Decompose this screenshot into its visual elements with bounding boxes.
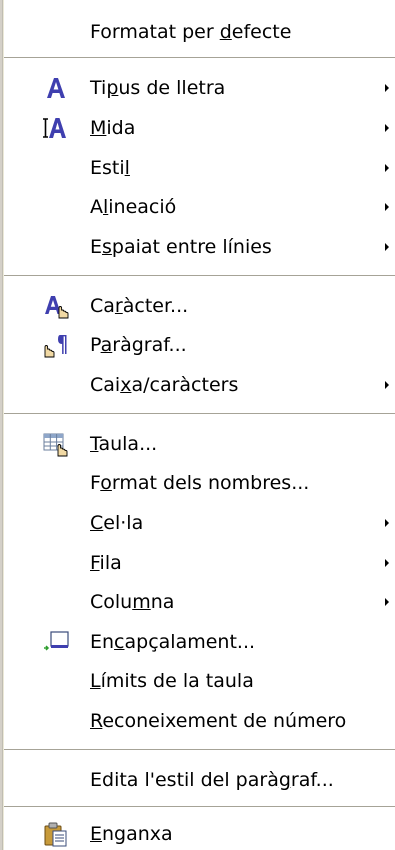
- submenu-arrow-icon: [385, 559, 389, 567]
- menu-item-estil[interactable]: Estil: [4, 150, 395, 186]
- submenu-arrow-icon: [385, 243, 389, 251]
- menu-item-label: Columna: [90, 591, 175, 613]
- menu-item-label: Tipus de lletra: [90, 77, 226, 99]
- window-edge: [0, 0, 3, 850]
- menu-item-label: Encapçalament...: [90, 631, 256, 653]
- menu-item-label: Límits de la taula: [90, 670, 254, 692]
- menu-item-caracter[interactable]: Caràcter...: [4, 288, 395, 324]
- menu-item-espaiat-entre-linies[interactable]: Espaiat entre línies: [4, 229, 395, 265]
- menu-separator: [4, 749, 395, 751]
- menu-item-limits-de-la-taula[interactable]: Límits de la taula: [4, 663, 395, 699]
- menu-separator: [4, 275, 395, 277]
- menu-item-tipus-de-lletra[interactable]: Tipus de lletra: [4, 70, 395, 106]
- menu-item-label: Espaiat entre línies: [90, 236, 272, 258]
- menu-item-reconeixement-de-numero[interactable]: Reconeixement de número: [4, 703, 395, 739]
- menu-item-label: Edita l'estil del paràgraf...: [90, 769, 334, 791]
- menu-item-cella[interactable]: Cel·la: [4, 505, 395, 541]
- table-icon: [43, 433, 68, 457]
- menu-item-label: Mida: [90, 117, 136, 139]
- menu-item-alineacio[interactable]: Alineació: [4, 189, 395, 225]
- character-icon: [45, 296, 69, 319]
- submenu-arrow-icon: [385, 164, 389, 172]
- menu-separator: [4, 57, 395, 59]
- menu-item-label: Alineació: [90, 196, 177, 218]
- context-menu: Formatat per defecte Tipus de lletra Mid…: [4, 0, 395, 850]
- menu-item-label: Estil: [90, 157, 130, 179]
- submenu-arrow-icon: [385, 519, 389, 527]
- menu-separator: [4, 413, 395, 415]
- submenu-arrow-icon: [385, 124, 389, 132]
- submenu-arrow-icon: [385, 598, 389, 606]
- menu-item-formatat-per-defecte[interactable]: Formatat per defecte: [4, 14, 395, 50]
- menu-item-label: Reconeixement de número: [90, 710, 347, 732]
- menu-separator: [4, 806, 395, 808]
- menu-item-label: Caràcter...: [90, 295, 189, 317]
- menu-item-encapcalament[interactable]: Encapçalament...: [4, 624, 395, 660]
- menu-item-edita-estil-paragraf[interactable]: Edita l'estil del paràgraf...: [4, 762, 395, 798]
- menu-item-label: Enganxa: [90, 823, 173, 845]
- menu-item-paragraf[interactable]: Paràgraf...: [4, 327, 395, 363]
- paragraph-icon: [44, 335, 67, 358]
- heading-icon: [44, 631, 69, 651]
- font-size-icon: [43, 118, 66, 138]
- font-name-icon: [47, 78, 65, 98]
- submenu-arrow-icon: [385, 203, 389, 211]
- menu-item-format-dels-nombres[interactable]: Format dels nombres...: [4, 465, 395, 501]
- menu-item-mida[interactable]: Mida: [4, 110, 395, 146]
- menu-item-taula[interactable]: Taula...: [4, 426, 395, 462]
- menu-item-enganxa[interactable]: Enganxa: [4, 816, 395, 850]
- menu-item-label: Taula...: [90, 433, 158, 455]
- menu-item-label: Fila: [90, 552, 122, 574]
- submenu-arrow-icon: [385, 381, 389, 389]
- menu-item-label: Cel·la: [90, 512, 144, 534]
- submenu-arrow-icon: [385, 84, 389, 92]
- menu-item-columna[interactable]: Columna: [4, 584, 395, 620]
- menu-item-label: Formatat per defecte: [90, 21, 292, 43]
- menu-item-label: Caixa/caràcters: [90, 374, 239, 396]
- menu-item-label: Paràgraf...: [90, 334, 187, 356]
- menu-item-label: Format dels nombres...: [90, 472, 310, 494]
- paste-icon: [44, 822, 67, 847]
- menu-item-caixa-caracters[interactable]: Caixa/caràcters: [4, 367, 395, 403]
- menu-item-fila[interactable]: Fila: [4, 545, 395, 581]
